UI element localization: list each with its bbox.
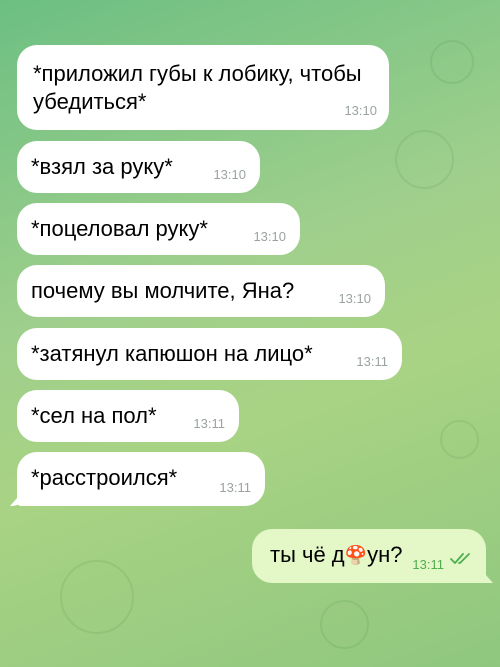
background-doodle [395,130,454,189]
message-text-part: ун? [367,542,403,567]
message-text: *взял за руку* [31,154,173,179]
message-time: 13:11 [219,480,251,495]
chat-background: *приложил губы к лобику, чтобы убедиться… [0,0,500,667]
incoming-message[interactable]: *расстроился* 13:11 [10,452,265,506]
message-text: *расстроился* [31,465,178,490]
incoming-message[interactable]: *приложил губы к лобику, чтобы убедиться… [17,45,389,130]
bubble-tail [10,488,26,506]
message-time: 13:10 [213,167,246,182]
outgoing-message[interactable]: ты чё д🍄ун? 13:11 [252,529,493,583]
mushroom-emoji: 🍄 [344,545,368,565]
message-time: 13:11 [412,557,444,572]
message-text-part: ты чё д [270,542,345,567]
incoming-message[interactable]: почему вы молчите, Яна? 13:10 [17,265,385,317]
incoming-message[interactable]: *затянул капюшон на лицо* 13:11 [17,328,402,380]
background-doodle [320,600,369,649]
message-time: 13:11 [193,416,225,431]
background-doodle [440,420,479,459]
background-doodle [60,560,134,634]
message-text: *затянул капюшон на лицо* [31,341,313,366]
message-time: 13:10 [338,291,371,306]
message-text: *поцеловал руку* [31,216,208,241]
background-doodle [430,40,474,84]
incoming-message[interactable]: *сел на пол* 13:11 [17,390,239,442]
message-text: *приложил губы к лобику, чтобы убедиться… [33,61,362,114]
bubble-tail [477,565,493,583]
message-text: ты чё д🍄ун? [270,542,402,567]
message-text: *сел на пол* [31,403,157,428]
message-text: почему вы молчите, Яна? [31,278,295,303]
message-time: 13:10 [344,103,377,118]
double-check-icon [450,547,472,575]
message-time: 13:10 [253,229,286,244]
incoming-message[interactable]: *взял за руку* 13:10 [17,141,260,193]
message-time: 13:11 [356,354,388,369]
incoming-message[interactable]: *поцеловал руку* 13:10 [17,203,300,255]
